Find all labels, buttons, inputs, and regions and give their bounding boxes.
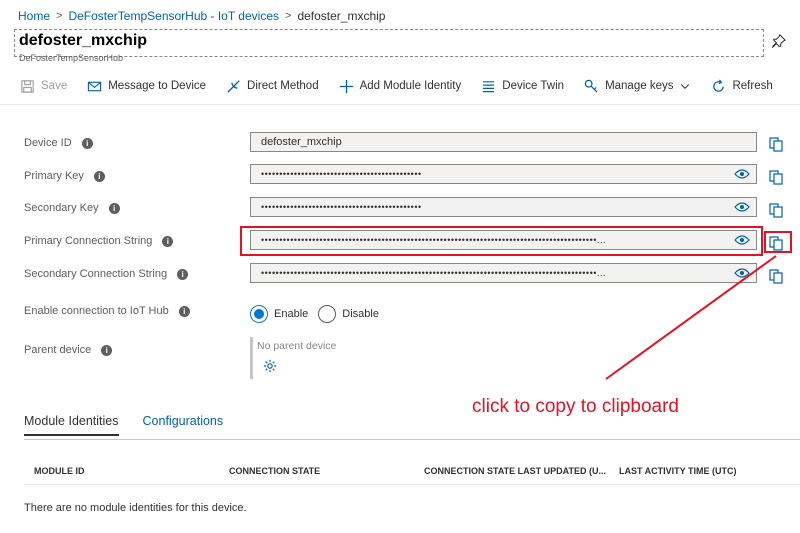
key-icon <box>584 79 598 93</box>
secondary-key-label-text: Secondary Key <box>24 202 99 214</box>
command-bar: Save Message to Device Direct Method Add… <box>0 72 800 100</box>
parent-device-value: No parent device <box>257 340 337 352</box>
tabs-divider <box>24 439 800 440</box>
list-icon <box>483 80 495 92</box>
annotation-text: click to copy to clipboard <box>472 396 679 417</box>
save-icon <box>21 79 34 93</box>
save-button[interactable]: Save <box>20 79 67 94</box>
disable-radio[interactable] <box>318 305 337 323</box>
add-module-identity-button[interactable]: Add Module Identity <box>339 79 462 94</box>
table-header: MODULE ID CONNECTION STATE CONNECTION ST… <box>24 457 800 485</box>
secondary-key-label: Secondary Key i <box>24 202 120 214</box>
enable-radio-option[interactable]: Enable <box>250 305 308 323</box>
info-icon[interactable]: i <box>81 137 93 149</box>
breadcrumb-home-link[interactable]: Home <box>18 9 50 23</box>
manage-keys-button[interactable]: Manage keys <box>584 79 691 94</box>
secondary-key-field[interactable]: ••••••••••••••••••••••••••••••••••••••••… <box>250 197 757 217</box>
manage-keys-label: Manage keys <box>605 80 674 92</box>
device-twin-button[interactable]: Device Twin <box>481 79 564 94</box>
direct-method-icon <box>227 79 240 93</box>
secondary-key-value: ••••••••••••••••••••••••••••••••••••••••… <box>261 202 422 212</box>
page-subtitle: DeFosterTempSensorHub <box>19 53 124 63</box>
message-to-device-button[interactable]: Message to Device <box>87 79 206 94</box>
column-header[interactable]: CONNECTION STATE LAST UPDATED (U... <box>414 466 609 476</box>
chevron-right-icon: > <box>285 10 292 22</box>
primary-key-field[interactable]: ••••••••••••••••••••••••••••••••••••••••… <box>250 164 757 184</box>
column-header[interactable]: CONNECTION STATE <box>219 466 414 476</box>
device-id-label-text: Device ID <box>24 137 72 149</box>
device-id-field[interactable]: defoster_mxchip <box>250 132 757 152</box>
primary-key-label-text: Primary Key <box>24 170 84 182</box>
parent-device-bar <box>250 337 253 379</box>
breadcrumb-current: defoster_mxchip <box>297 9 386 23</box>
secondary-connection-string-label-text: Secondary Connection String <box>24 268 168 280</box>
eye-icon[interactable] <box>734 201 750 213</box>
info-icon[interactable]: i <box>101 344 113 356</box>
parent-device-label: Parent device i <box>24 344 113 356</box>
eye-icon[interactable] <box>734 267 750 279</box>
disable-radio-option[interactable]: Disable <box>318 305 379 323</box>
copy-icon[interactable] <box>769 137 783 152</box>
gear-icon[interactable] <box>263 359 277 373</box>
device-id-label: Device ID i <box>24 137 93 149</box>
tab-bar: Module Identities Configurations <box>24 414 223 436</box>
tab-configurations[interactable]: Configurations <box>143 414 224 436</box>
copy-icon[interactable] <box>769 203 783 218</box>
column-header[interactable]: LAST ACTIVITY TIME (UTC) <box>609 466 800 476</box>
info-icon[interactable]: i <box>178 305 190 317</box>
info-icon[interactable]: i <box>108 202 120 214</box>
device-twin-label: Device Twin <box>502 80 565 92</box>
enable-connection-label-text: Enable connection to IoT Hub <box>24 305 169 317</box>
save-label: Save <box>41 80 68 92</box>
mail-icon <box>88 81 102 91</box>
plus-icon <box>339 79 353 93</box>
direct-method-label: Direct Method <box>247 80 319 92</box>
info-icon[interactable]: i <box>93 170 105 182</box>
enable-connection-label: Enable connection to IoT Hub i <box>24 305 190 317</box>
disable-radio-label: Disable <box>342 308 379 320</box>
info-icon[interactable]: i <box>177 268 189 280</box>
chevron-down-icon <box>681 84 690 89</box>
refresh-icon <box>713 79 725 92</box>
page-title: defoster_mxchip <box>19 32 148 49</box>
add-module-identity-label: Add Module Identity <box>359 80 462 92</box>
primary-key-label: Primary Key i <box>24 170 105 182</box>
enable-radio[interactable] <box>250 305 268 323</box>
enable-radio-label: Enable <box>274 308 309 320</box>
pin-icon[interactable] <box>772 34 786 48</box>
secondary-connection-string-value: ••••••••••••••••••••••••••••••••••••••••… <box>261 268 606 278</box>
secondary-connection-string-field[interactable]: ••••••••••••••••••••••••••••••••••••••••… <box>250 263 757 283</box>
highlight-box-copy-button <box>764 231 792 253</box>
tab-module-identities[interactable]: Module Identities <box>24 414 119 436</box>
primary-connection-string-label: Primary Connection String i <box>24 235 174 247</box>
primary-connection-string-label-text: Primary Connection String <box>24 235 153 247</box>
breadcrumb: Home > DeFosterTempSensorHub - IoT devic… <box>18 9 385 23</box>
column-header[interactable]: MODULE ID <box>24 466 219 476</box>
primary-key-value: ••••••••••••••••••••••••••••••••••••••••… <box>261 169 422 179</box>
parent-device-label-text: Parent device <box>24 344 92 356</box>
info-icon[interactable]: i <box>162 235 174 247</box>
copy-icon[interactable] <box>769 269 783 284</box>
chevron-right-icon: > <box>56 10 63 22</box>
secondary-connection-string-label: Secondary Connection String i <box>24 268 189 280</box>
eye-icon[interactable] <box>734 168 750 180</box>
copy-icon[interactable] <box>769 170 783 185</box>
refresh-button[interactable]: Refresh <box>711 79 773 94</box>
refresh-label: Refresh <box>732 80 773 92</box>
breadcrumb-iot-devices-link[interactable]: DeFosterTempSensorHub - IoT devices <box>68 9 279 23</box>
highlight-box-connection-string <box>240 226 763 256</box>
connection-radio-group: Enable Disable <box>250 305 379 323</box>
device-id-value: defoster_mxchip <box>261 136 342 148</box>
direct-method-button[interactable]: Direct Method <box>226 79 319 94</box>
message-to-device-label: Message to Device <box>108 80 207 92</box>
empty-table-message: There are no module identities for this … <box>24 502 247 514</box>
toolbar-divider <box>0 104 800 105</box>
